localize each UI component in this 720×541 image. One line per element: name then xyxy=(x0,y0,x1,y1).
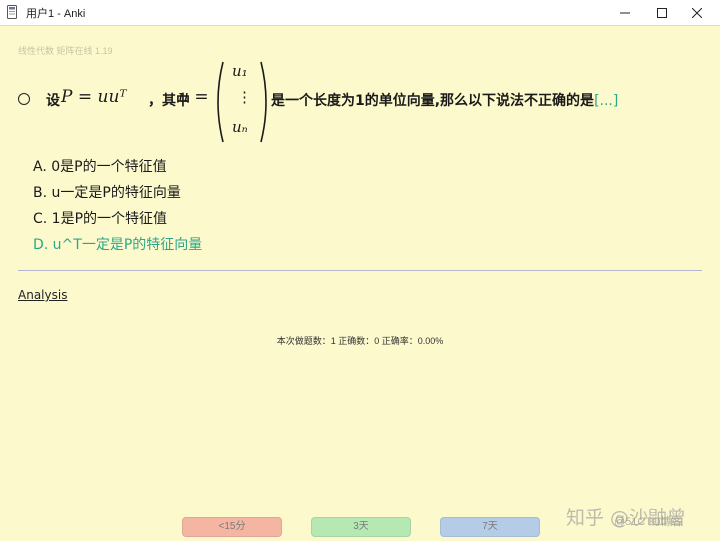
matrix-entry-middle: ⋮ xyxy=(237,88,252,106)
matrix-entry-bottom: uₙ xyxy=(232,118,248,136)
close-icon xyxy=(692,7,702,18)
option-a: A. 0是P的一个特征值 xyxy=(33,159,167,175)
analysis-link[interactable]: Analysis xyxy=(18,288,67,302)
deck-info: 线性代数 矩阵在线 1.19 xyxy=(18,46,113,56)
option-b: B. u一定是P的特征向量 xyxy=(33,185,181,201)
good-button[interactable]: 3天 xyxy=(311,517,411,537)
window-title: 用户1 - Anki xyxy=(26,8,86,20)
answer-options: A. 0是P的一个特征值 B. u一定是P的特征向量 C. 1是P的一个特征值 … xyxy=(33,157,202,261)
question-tail: 是一个长度为1的单位向量,那么以下说法不正确的是[...] xyxy=(271,90,618,110)
matrix-entry-top: u₁ xyxy=(232,62,248,80)
session-stats: 本次做题数：1 正确数：0 正确率：0.00% xyxy=(276,336,444,346)
easy-button[interactable]: 7天 xyxy=(440,517,540,537)
maximize-button[interactable] xyxy=(645,0,679,25)
close-button[interactable] xyxy=(680,0,714,25)
question: 设 P = uuᵀ ，其中 u = u₁ ⋮ uₙ 是一个长度为1的单位向量,那… xyxy=(18,58,708,144)
option-d-correct: D. u^T一定是P的特征向量 xyxy=(33,237,203,253)
radio-circle-icon xyxy=(18,93,30,105)
question-tail-text: 是一个长度为1的单位向量,那么以下说法不正确的是 xyxy=(271,93,595,109)
cloze-placeholder: [...] xyxy=(594,93,619,109)
again-button[interactable]: <15分 xyxy=(182,517,282,537)
minimize-button[interactable] xyxy=(608,0,642,25)
math-p-equals-uut: P = uuᵀ xyxy=(61,87,127,107)
math-u-equals: u = xyxy=(178,87,209,107)
anki-app-icon xyxy=(7,5,17,19)
minimize-icon xyxy=(620,12,630,13)
window-title-bar[interactable]: 用户1 - Anki xyxy=(0,0,720,26)
maximize-icon xyxy=(657,7,667,18)
option-c: C. 1是P的一个特征值 xyxy=(33,211,168,227)
watermark-sub: @51CTO博客 xyxy=(614,516,683,528)
divider xyxy=(18,270,702,271)
question-lead: 设 xyxy=(46,93,60,109)
